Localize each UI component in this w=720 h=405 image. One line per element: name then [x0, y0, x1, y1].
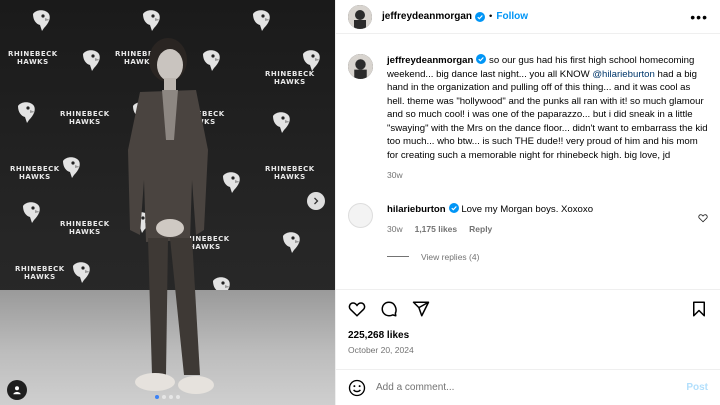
carousel-dot	[162, 395, 166, 399]
chevron-right-icon	[314, 197, 319, 205]
caption-body: jeffreydeanmorgan so our gus had his fir…	[387, 54, 708, 183]
author-avatar[interactable]	[348, 4, 372, 29]
comment-meta: 30w 1,175 likes Reply	[387, 223, 593, 236]
comment-body: hilarieburton Love my Morgan boys. Xoxox…	[387, 202, 594, 236]
carousel-dot	[155, 395, 159, 399]
mention-link[interactable]: @hilarieburton	[592, 69, 655, 80]
avatar-image	[348, 4, 372, 29]
action-icons	[348, 298, 708, 320]
comment-bubble-icon[interactable]	[380, 300, 398, 318]
backdrop-logo-text: RHINEBECKHAWKS	[15, 265, 65, 281]
backdrop-logo-text: RHINEBECKHAWKS	[10, 165, 60, 181]
backdrop-logo-text: RHINEBECKHAWKS	[265, 70, 315, 86]
view-replies-button[interactable]: View replies (4)	[387, 252, 708, 262]
backdrop-logo-text: RHINEBECKHAWKS	[265, 165, 315, 181]
comment-age: 30w	[387, 223, 403, 234]
avatar-image	[348, 54, 373, 79]
reply-button[interactable]: Reply	[469, 223, 492, 236]
caption-age: 30w	[387, 170, 403, 180]
hawk-logo-icon	[253, 10, 270, 31]
post-header: jeffreydeanmorgan • Follow •••	[336, 0, 720, 34]
post-comment-button[interactable]: Post	[686, 382, 708, 393]
post-actions: 225,268 likes October 20, 2024	[336, 289, 720, 355]
view-replies-line	[387, 256, 409, 257]
hawk-logo-icon	[18, 102, 35, 123]
comment-text-line: hilarieburton Love my Morgan boys. Xoxox…	[387, 202, 594, 216]
caption-text: jeffreydeanmorgan so our gus had his fir…	[387, 54, 708, 162]
like-heart-icon[interactable]	[348, 300, 366, 318]
hawk-logo-icon	[63, 157, 80, 178]
comment-likes[interactable]: 1,175 likes	[415, 223, 458, 236]
author-username[interactable]: jeffreydeanmorgan	[382, 11, 472, 22]
caption-text-end: had a big hand in the organization and p…	[387, 68, 708, 161]
view-replies-label: View replies (4)	[421, 251, 480, 262]
carousel-dot	[169, 395, 173, 399]
hawk-logo-icon	[23, 202, 40, 223]
hawk-logo-icon	[83, 50, 100, 71]
hawk-logo-icon	[273, 112, 290, 133]
hawk-logo-icon	[73, 262, 90, 283]
comments-section: jeffreydeanmorgan so our gus had his fir…	[336, 34, 720, 289]
post-date: October 20, 2024	[348, 345, 414, 355]
carousel-dots	[0, 395, 335, 399]
commenter-username[interactable]: hilarieburton	[387, 204, 446, 215]
post-sidebar: jeffreydeanmorgan • Follow ••• jeffreyde…	[335, 0, 720, 405]
verified-badge-icon	[448, 202, 459, 213]
post-media: RHINEBECK HAWKS RHINEBECK HAWKS RHINEBECK HAW…	[0, 0, 335, 405]
carousel-dot	[176, 395, 180, 399]
hawk-logo-icon	[283, 232, 300, 253]
backdrop-logo-text: RHINEBECKHAWKS	[8, 50, 58, 66]
comment-item: hilarieburton Love my Morgan boys. Xoxox…	[348, 202, 708, 236]
comment-input[interactable]	[376, 382, 687, 393]
follow-button[interactable]: Follow	[496, 11, 528, 22]
more-options-button[interactable]: •••	[690, 10, 708, 24]
caption: jeffreydeanmorgan so our gus had his fir…	[348, 54, 708, 183]
post-dialog: RHINEBECK HAWKS RHINEBECK HAWKS RHINEBECK HAW…	[0, 0, 720, 405]
save-bookmark-icon[interactable]	[690, 300, 708, 318]
share-send-icon[interactable]	[412, 300, 430, 318]
hawk-logo-icon	[303, 50, 320, 71]
verified-badge-icon	[475, 11, 486, 22]
hawk-logo-icon	[143, 10, 160, 31]
likes-count[interactable]: 225,268 likes	[348, 330, 708, 341]
separator-dot: •	[489, 11, 493, 22]
next-image-button[interactable]	[307, 192, 325, 210]
comment-composer: Post	[336, 369, 720, 405]
emoji-icon[interactable]	[348, 379, 366, 397]
user-tag-icon	[13, 386, 21, 395]
comment-text: Love my Morgan boys. Xoxoxo	[461, 203, 594, 215]
hawk-logo-icon	[33, 10, 50, 31]
verified-badge-icon	[476, 54, 487, 64]
like-comment-heart-icon[interactable]	[698, 213, 708, 223]
caption-avatar[interactable]	[348, 54, 373, 79]
caption-username[interactable]: jeffreydeanmorgan	[387, 55, 473, 66]
commenter-avatar[interactable]	[348, 202, 373, 228]
person-in-suit	[128, 38, 214, 394]
